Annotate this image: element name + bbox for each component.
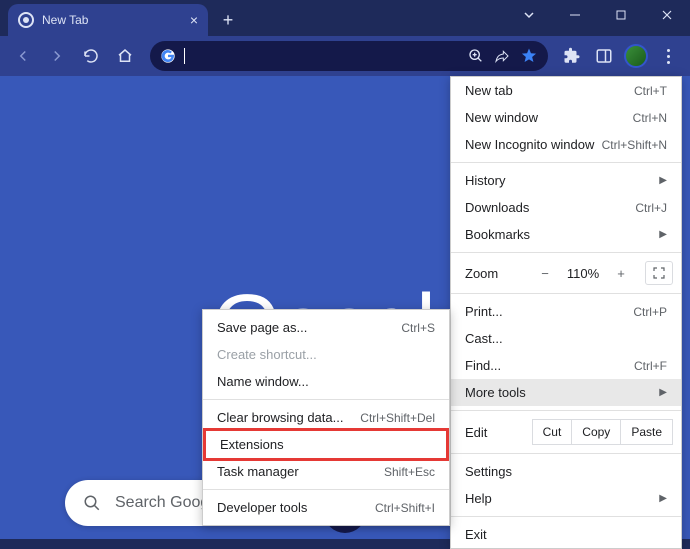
menu-print[interactable]: Print...Ctrl+P — [451, 298, 681, 325]
profile-avatar[interactable] — [622, 42, 650, 70]
toolbar — [0, 36, 690, 76]
menu-settings[interactable]: Settings — [451, 458, 681, 485]
tab-title: New Tab — [42, 13, 182, 27]
forward-button[interactable] — [42, 41, 72, 71]
submenu-create-shortcut: Create shortcut... — [203, 341, 449, 368]
menu-separator — [451, 293, 681, 294]
omnibox[interactable] — [150, 41, 548, 71]
menu-separator — [451, 410, 681, 411]
chrome-tab-icon — [18, 12, 34, 28]
side-panel-icon[interactable] — [590, 42, 618, 70]
caret-down-icon[interactable] — [506, 0, 552, 30]
zoom-icon[interactable] — [468, 48, 484, 64]
menu-zoom-row: Zoom − 110% + — [451, 257, 681, 289]
reload-button[interactable] — [76, 41, 106, 71]
browser-tab[interactable]: New Tab × — [8, 4, 208, 36]
submenu-extensions[interactable]: Extensions — [206, 431, 446, 458]
menu-button[interactable] — [654, 42, 682, 70]
bookmark-star-icon[interactable] — [520, 47, 538, 65]
google-g-icon — [160, 48, 176, 64]
copy-button[interactable]: Copy — [571, 419, 621, 445]
submenu-separator — [203, 489, 449, 490]
omnibox-input[interactable] — [193, 49, 460, 64]
share-icon[interactable] — [494, 48, 510, 64]
menu-incognito[interactable]: New Incognito windowCtrl+Shift+N — [451, 131, 681, 158]
submenu-dev-tools[interactable]: Developer toolsCtrl+Shift+I — [203, 494, 449, 521]
submenu-clear-browsing[interactable]: Clear browsing data...Ctrl+Shift+Del — [203, 404, 449, 431]
menu-new-tab[interactable]: New tabCtrl+T — [451, 77, 681, 104]
submenu-name-window[interactable]: Name window... — [203, 368, 449, 395]
paste-button[interactable]: Paste — [620, 419, 673, 445]
submenu-save-page[interactable]: Save page as...Ctrl+S — [203, 314, 449, 341]
search-icon — [83, 494, 101, 512]
menu-separator — [451, 162, 681, 163]
submenu-separator — [203, 399, 449, 400]
zoom-label: Zoom — [465, 266, 527, 281]
close-button[interactable] — [644, 0, 690, 30]
text-cursor — [184, 48, 185, 64]
menu-exit[interactable]: Exit — [451, 521, 681, 548]
menu-separator — [451, 516, 681, 517]
tab-close-icon[interactable]: × — [190, 12, 198, 28]
menu-edit-row: Edit Cut Copy Paste — [451, 415, 681, 449]
menu-separator — [451, 252, 681, 253]
zoom-in-button[interactable]: + — [609, 261, 633, 285]
menu-help[interactable]: Help▶ — [451, 485, 681, 512]
home-button[interactable] — [110, 41, 140, 71]
menu-cast[interactable]: Cast... — [451, 325, 681, 352]
more-tools-submenu: Save page as...Ctrl+S Create shortcut...… — [202, 309, 450, 526]
cut-button[interactable]: Cut — [532, 419, 573, 445]
main-menu: New tabCtrl+T New windowCtrl+N New Incog… — [450, 76, 682, 549]
fullscreen-button[interactable] — [645, 261, 673, 285]
menu-more-tools[interactable]: More tools▶ — [451, 379, 681, 406]
extensions-highlight: Extensions — [203, 428, 449, 461]
submenu-task-manager[interactable]: Task managerShift+Esc — [203, 458, 449, 485]
new-tab-button[interactable]: + — [214, 6, 242, 34]
zoom-out-button[interactable]: − — [533, 261, 557, 285]
menu-separator — [451, 453, 681, 454]
zoom-value: 110% — [563, 266, 603, 281]
titlebar: New Tab × + — [0, 0, 690, 36]
edit-label: Edit — [465, 425, 533, 440]
maximize-button[interactable] — [598, 0, 644, 30]
menu-find[interactable]: Find...Ctrl+F — [451, 352, 681, 379]
window-controls — [506, 0, 690, 30]
extensions-puzzle-icon[interactable] — [558, 42, 586, 70]
minimize-button[interactable] — [552, 0, 598, 30]
menu-bookmarks[interactable]: Bookmarks▶ — [451, 221, 681, 248]
menu-new-window[interactable]: New windowCtrl+N — [451, 104, 681, 131]
menu-history[interactable]: History▶ — [451, 167, 681, 194]
menu-downloads[interactable]: DownloadsCtrl+J — [451, 194, 681, 221]
back-button[interactable] — [8, 41, 38, 71]
